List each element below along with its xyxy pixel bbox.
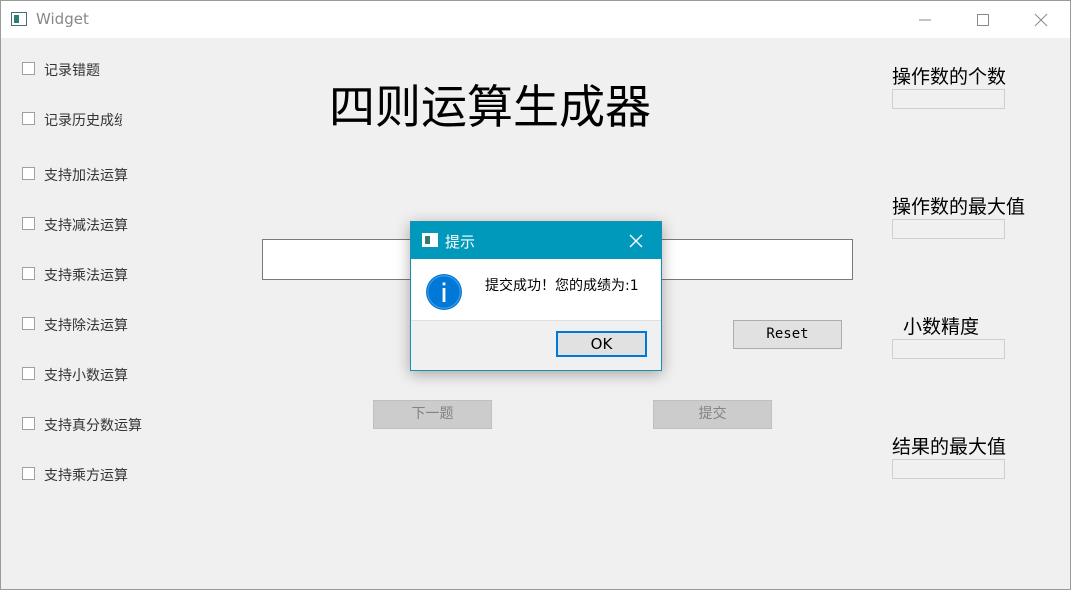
option-label: 记录历史成绩 bbox=[44, 113, 122, 129]
dialog-footer: OK bbox=[411, 320, 661, 370]
dialog-titlebar[interactable]: 提示 bbox=[411, 222, 661, 259]
option-label: 支持真分数运算 bbox=[44, 418, 142, 434]
close-icon bbox=[1034, 13, 1048, 27]
operand-max-input[interactable] bbox=[892, 219, 1005, 239]
dialog-message: 提交成功！您的成绩为:1 bbox=[485, 278, 639, 294]
info-icon bbox=[426, 274, 462, 310]
main-window: Widget 记录错题 记录历史成绩 支持加法运算 支持减法运算 支持乘法运算 … bbox=[0, 0, 1071, 590]
minimize-icon bbox=[919, 19, 931, 21]
reset-button[interactable]: Reset bbox=[733, 320, 842, 349]
result-max-input[interactable] bbox=[892, 459, 1005, 479]
page-title: 四则运算生成器 bbox=[329, 80, 651, 134]
minimize-button[interactable] bbox=[896, 1, 954, 38]
ok-button[interactable]: OK bbox=[556, 331, 647, 357]
window-title: Widget bbox=[36, 10, 89, 28]
checkbox[interactable] bbox=[22, 112, 35, 125]
option-label: 支持乘法运算 bbox=[44, 268, 128, 284]
next-question-button[interactable]: 下一题 bbox=[373, 400, 492, 429]
checkbox[interactable] bbox=[22, 417, 35, 430]
checkbox[interactable] bbox=[22, 317, 35, 330]
option-label: 支持小数运算 bbox=[44, 368, 128, 384]
checkbox[interactable] bbox=[22, 217, 35, 230]
checkbox[interactable] bbox=[22, 62, 35, 75]
dialog-window-icon bbox=[422, 233, 438, 247]
dialog-close-button[interactable] bbox=[625, 230, 647, 252]
checkbox[interactable] bbox=[22, 367, 35, 380]
option-label: 记录错题 bbox=[44, 63, 100, 79]
operand-count-label: 操作数的个数 bbox=[892, 66, 1007, 88]
close-button[interactable] bbox=[1012, 1, 1070, 38]
option-label: 支持加法运算 bbox=[44, 168, 128, 184]
dialog-title: 提示 bbox=[445, 233, 476, 251]
checkbox[interactable] bbox=[22, 167, 35, 180]
message-dialog: 提示 提交成功！您的成绩为:1 OK bbox=[410, 221, 662, 371]
submit-button[interactable]: 提交 bbox=[653, 400, 772, 429]
decimal-precision-label: 小数精度 bbox=[903, 316, 980, 338]
app-window-icon bbox=[11, 12, 27, 26]
operand-max-label: 操作数的最大值 bbox=[892, 196, 1026, 218]
option-label: 支持乘方运算 bbox=[44, 468, 128, 484]
checkbox[interactable] bbox=[22, 467, 35, 480]
window-titlebar[interactable]: Widget bbox=[1, 1, 1070, 38]
option-label: 支持除法运算 bbox=[44, 318, 128, 334]
dialog-body: 提交成功！您的成绩为:1 bbox=[411, 259, 661, 320]
decimal-precision-input[interactable] bbox=[892, 339, 1005, 359]
close-icon bbox=[629, 234, 643, 248]
option-label: 支持减法运算 bbox=[44, 218, 128, 234]
checkbox[interactable] bbox=[22, 267, 35, 280]
maximize-button[interactable] bbox=[954, 1, 1012, 38]
result-max-label: 结果的最大值 bbox=[892, 436, 1007, 458]
operand-count-input[interactable] bbox=[892, 89, 1005, 109]
maximize-icon bbox=[977, 14, 989, 26]
